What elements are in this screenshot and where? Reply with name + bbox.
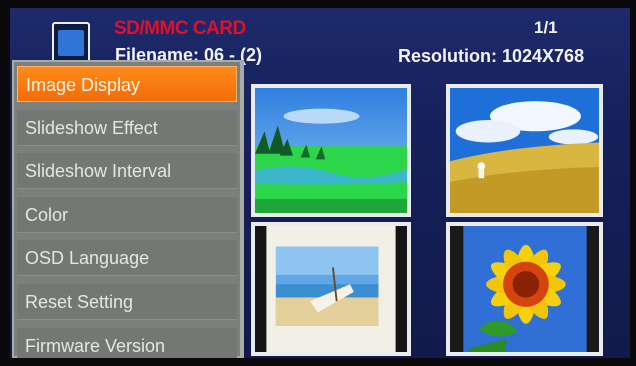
menu-item-slideshow-effect[interactable]: Slideshow Effect [17, 109, 237, 146]
page-indicator: 1/1 [534, 18, 558, 37]
beach-image [255, 226, 407, 352]
sunflower-image [450, 226, 599, 352]
thumbnail-beach[interactable] [251, 222, 411, 356]
thumbnail-field[interactable] [446, 84, 603, 217]
menu-item-slideshow-interval[interactable]: Slideshow Interval [17, 153, 237, 190]
resolution-label: Resolution: 1024X768 [398, 46, 585, 66]
settings-menu: Image Display Slideshow Effect Slideshow… [12, 60, 244, 358]
photo-frame-screen: SD/MMC CARD Filename: 06 - (2) 1/1 Resol… [10, 8, 630, 358]
landscape-image [255, 88, 407, 213]
field-image [450, 88, 599, 213]
menu-item-reset-setting[interactable]: Reset Setting [17, 283, 237, 320]
menu-item-image-display[interactable]: Image Display [17, 66, 237, 102]
thumbnail-sunflower[interactable] [446, 222, 603, 356]
thumbnail-landscape[interactable] [251, 84, 411, 217]
source-label: SD/MMC CARD [114, 18, 246, 39]
menu-item-color[interactable]: Color [17, 196, 237, 233]
menu-item-osd-language[interactable]: OSD Language [17, 240, 237, 277]
menu-item-firmware-version[interactable]: Firmware Version [17, 327, 237, 358]
